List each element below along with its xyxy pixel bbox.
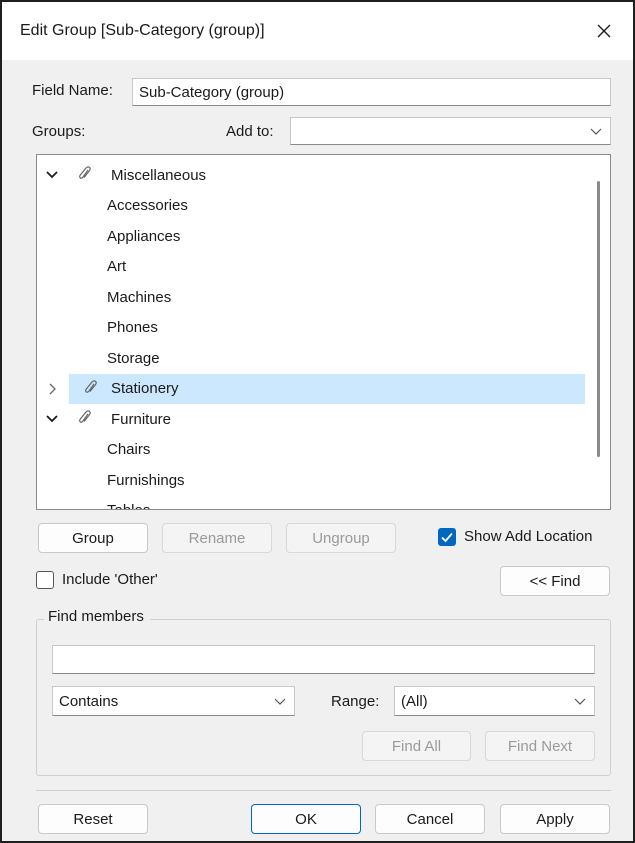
range-dropdown[interactable]: (All): [394, 686, 595, 716]
tree-group-row[interactable]: Stationery: [49, 373, 585, 404]
chevron-down-icon[interactable]: [45, 168, 59, 182]
tree-member-row[interactable]: Phones: [37, 313, 587, 343]
include-other-checkbox[interactable]: [36, 571, 54, 589]
tree-member-row[interactable]: Appliances: [37, 221, 587, 251]
tree-group-label: Furniture: [111, 410, 172, 428]
paperclip-icon: [79, 410, 91, 423]
tree-member-row[interactable]: Machines: [37, 282, 587, 312]
tree-member-label: Machines: [107, 288, 172, 306]
chevron-down-icon: [574, 698, 586, 705]
tree-member-label: Accessories: [107, 197, 188, 214]
apply-button[interactable]: Apply: [500, 804, 610, 834]
ok-button[interactable]: OK: [251, 804, 361, 834]
tree-member-row[interactable]: Accessories: [37, 191, 587, 221]
match-mode-value: Contains: [59, 692, 119, 710]
close-icon: [597, 24, 611, 38]
range-value: (All): [401, 692, 428, 710]
cancel-button[interactable]: Cancel: [375, 804, 485, 834]
chevron-right-icon[interactable]: [45, 382, 59, 396]
title-bar: Edit Group [Sub-Category (group)]: [2, 2, 633, 60]
edit-group-dialog: Edit Group [Sub-Category (group)] Field …: [0, 0, 635, 843]
chevron-down-icon[interactable]: [45, 412, 59, 426]
field-name-input[interactable]: [132, 78, 611, 106]
tree-group-label: Stationery: [111, 380, 179, 397]
tree-member-row[interactable]: Tables: [37, 496, 587, 509]
find-members-search-input[interactable]: [52, 645, 595, 674]
tree-group-label: Miscellaneous: [111, 166, 207, 184]
tree-member-label: Art: [107, 258, 127, 275]
tree-member-row[interactable]: Chairs: [37, 435, 587, 465]
add-to-dropdown[interactable]: [290, 117, 611, 145]
group-button[interactable]: Group: [38, 523, 148, 553]
tree-group-row[interactable]: Furniture: [37, 404, 587, 434]
chevron-down-icon: [590, 128, 602, 135]
tree-member-label: Furnishings: [107, 471, 185, 489]
ungroup-button[interactable]: Ungroup: [286, 523, 396, 553]
include-other-label: Include 'Other': [62, 571, 158, 588]
groups-label: Groups:: [32, 123, 86, 140]
find-toggle-button[interactable]: << Find: [500, 566, 610, 596]
checkmark-icon: [441, 532, 453, 543]
tree-member-label: Appliances: [107, 227, 181, 245]
dialog-title: Edit Group [Sub-Category (group)]: [20, 22, 265, 39]
find-next-button[interactable]: Find Next: [485, 731, 595, 761]
paperclip-icon: [85, 379, 97, 393]
tree-member-row[interactable]: Furnishings: [37, 465, 587, 495]
close-button[interactable]: [575, 2, 633, 60]
tree-member-label: Tables: [107, 502, 150, 509]
paperclip-icon: [79, 166, 91, 179]
footer-separator: [36, 790, 611, 791]
chevron-down-icon: [274, 698, 286, 705]
tree-member-label: Phones: [107, 319, 158, 336]
field-name-label: Field Name:: [32, 82, 113, 99]
tree-scrollbar-thumb[interactable]: [597, 181, 600, 457]
show-add-location-checkbox[interactable]: [438, 528, 456, 546]
groups-tree[interactable]: Miscellaneous Accessories Appliances Art Mac…: [36, 154, 611, 510]
range-label: Range:: [331, 693, 380, 710]
tree-group-row[interactable]: Miscellaneous: [37, 160, 587, 190]
reset-button[interactable]: Reset: [38, 804, 148, 834]
find-all-button[interactable]: Find All: [362, 731, 471, 761]
show-add-location-label: Show Add Location: [464, 528, 593, 545]
tree-member-label: Chairs: [107, 441, 151, 458]
tree-member-row[interactable]: Art: [37, 252, 587, 282]
tree-member-label: Storage: [107, 349, 160, 367]
add-to-label: Add to:: [226, 123, 274, 140]
find-members-title: Find members: [44, 608, 150, 625]
match-mode-dropdown[interactable]: Contains: [52, 686, 295, 716]
tree-member-row[interactable]: Storage: [37, 343, 587, 373]
rename-button[interactable]: Rename: [162, 523, 272, 553]
